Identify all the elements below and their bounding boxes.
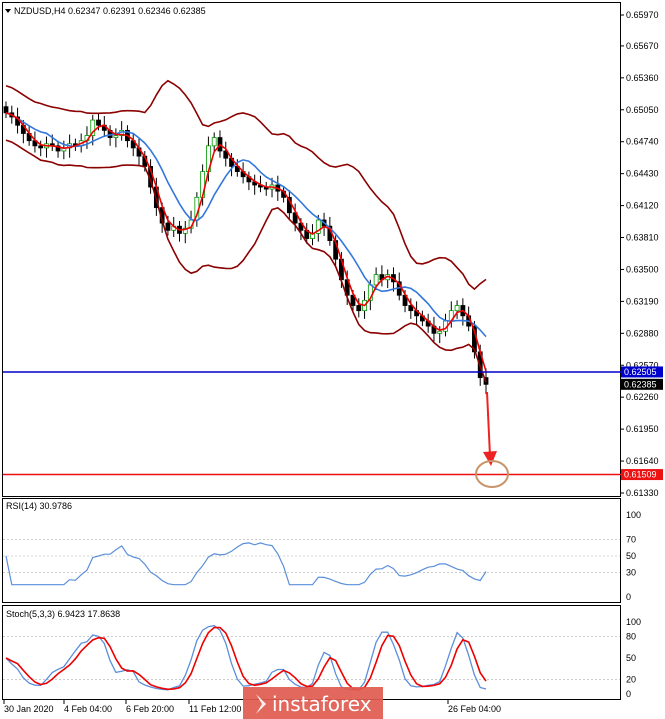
time-label: 26 Feb 04:00	[448, 704, 501, 714]
time-label: 4 Feb 04:00	[64, 704, 112, 714]
time-label: 30 Jan 2020	[4, 704, 54, 714]
red-price-tag: 0.61509	[621, 469, 663, 481]
price-tick-label: 0.61640	[626, 456, 659, 466]
price-tick-label: 0.65670	[626, 41, 659, 51]
stoch-level-label: 50	[626, 653, 636, 663]
rsi-level-label: 100	[626, 510, 641, 520]
price-tick-label: 0.61330	[626, 488, 659, 498]
rsi-panel	[2, 498, 621, 603]
candle-body	[454, 305, 460, 312]
price-tick-label: 0.65360	[626, 73, 659, 83]
price-tick-label: 0.64430	[626, 169, 659, 179]
price-tick-label: 0.63190	[626, 296, 659, 306]
price-tick-label: 0.65970	[626, 10, 659, 20]
price-tick-label: 0.61950	[626, 424, 659, 434]
time-label: 6 Feb 20:00	[126, 704, 174, 714]
candle-body	[437, 330, 443, 334]
candle-body	[165, 222, 171, 231]
price-tick-label: 0.64120	[626, 201, 659, 211]
candle-body	[3, 106, 9, 114]
current-price-tag: 0.62385	[621, 378, 663, 390]
candle-body	[96, 119, 101, 126]
price-axis: 0.65970 0.65670 0.65360 0.65050 0.64740 0.644…	[620, 10, 659, 498]
candle-body	[113, 135, 119, 138]
candle-body	[373, 274, 379, 286]
rsi-level-label: 0	[626, 592, 631, 602]
rsi-title: RSI(14) 30.9786	[6, 501, 72, 511]
rsi-level-label: 70	[626, 535, 636, 545]
stoch-level-label: 20	[626, 675, 636, 685]
blue-price-tag: 0.62505	[621, 366, 663, 378]
stoch-level-label: 80	[626, 631, 636, 641]
svg-text:instaforex: instaforex	[272, 692, 372, 716]
candle-body	[211, 137, 217, 147]
chart-header: NZDUSD,H4 0.62347 0.62391 0.62346 0.6238…	[14, 6, 206, 16]
price-tick-label: 0.63500	[626, 264, 659, 274]
svg-text:0.62505: 0.62505	[624, 367, 657, 377]
price-tick-label: 0.62260	[626, 392, 659, 402]
time-label: 11 Feb 12:00	[189, 704, 241, 714]
rsi-level-label: 30	[626, 567, 636, 577]
svg-text:0.62385: 0.62385	[624, 379, 657, 389]
price-tick-label: 0.64740	[626, 137, 659, 147]
instaforex-watermark: instaforex	[243, 687, 383, 719]
svg-text:0.61509: 0.61509	[624, 470, 657, 480]
trading-chart: 0.65970 0.65670 0.65360 0.65050 0.64740 0.644…	[2, 2, 663, 719]
stoch-title: Stoch(5,3,3) 6.9423 17.8638	[6, 609, 120, 619]
stoch-level-label: 0	[626, 689, 631, 699]
candle-body	[356, 305, 362, 312]
price-tick-label: 0.63810	[626, 233, 659, 243]
rsi-level-label: 50	[626, 551, 636, 561]
stoch-level-label: 100	[626, 617, 641, 627]
candle-body	[38, 145, 44, 149]
price-tick-label: 0.62880	[626, 328, 659, 338]
price-panel	[2, 2, 621, 497]
price-tick-label: 0.65050	[626, 105, 659, 115]
